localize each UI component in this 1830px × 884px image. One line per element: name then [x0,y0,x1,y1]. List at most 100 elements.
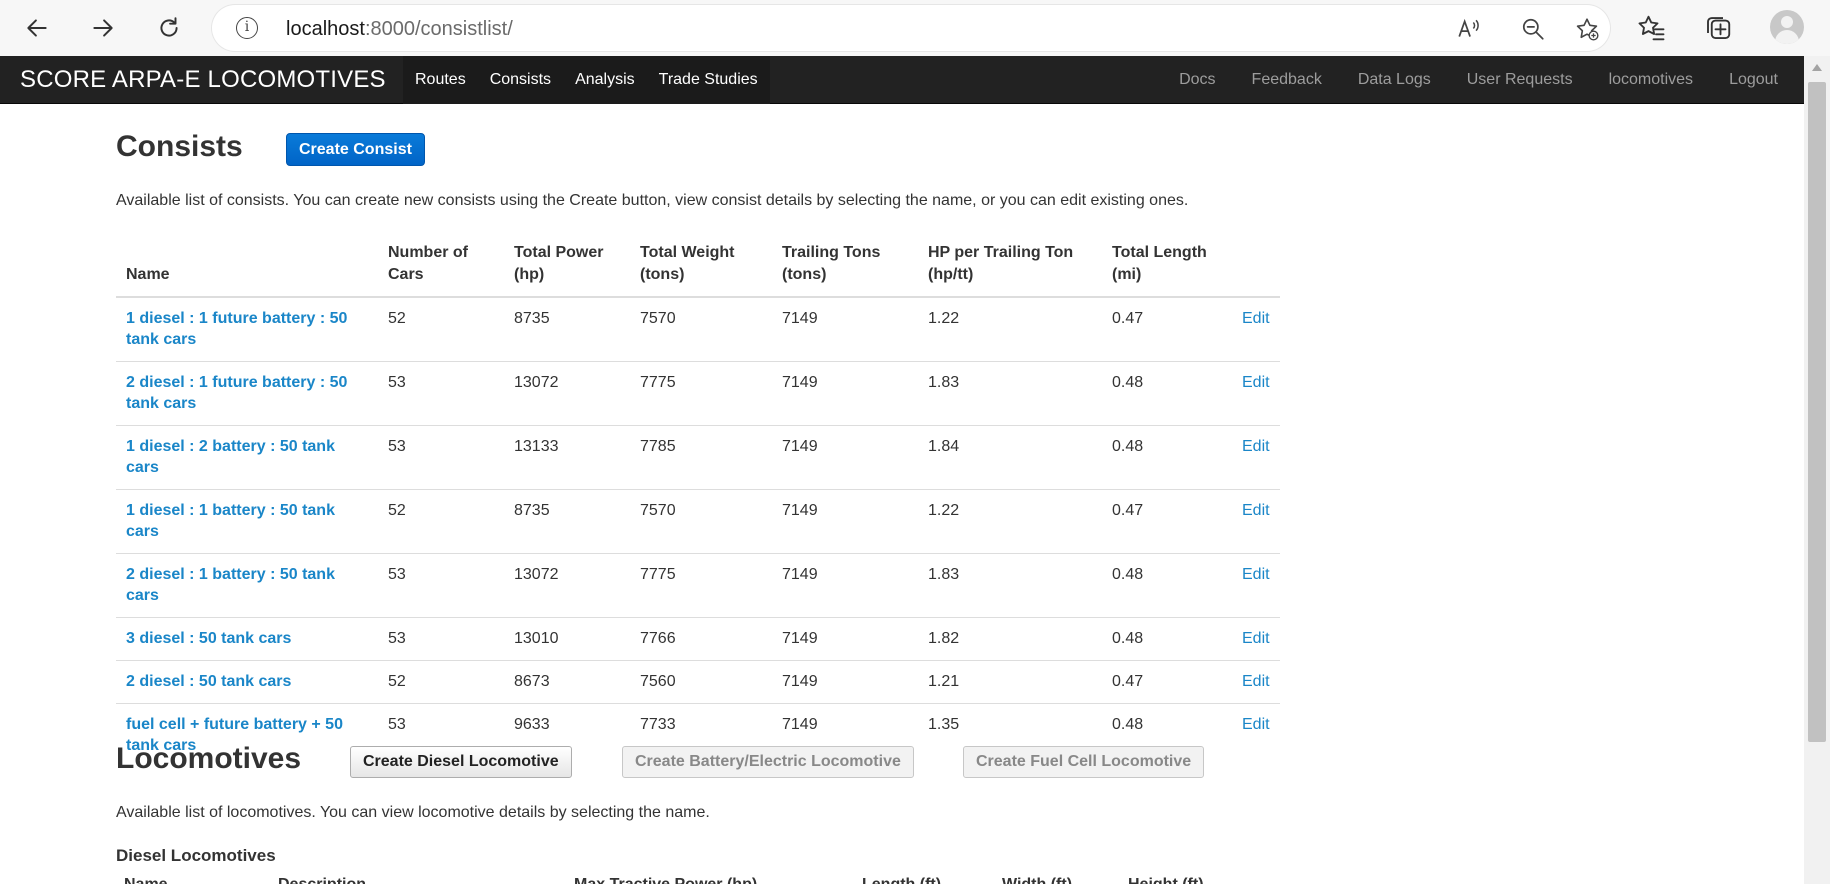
create-diesel-locomotive-button[interactable]: Create Diesel Locomotive [350,746,572,778]
length-cell: 0.47 [1102,660,1232,704]
length-cell: 0.48 [1102,361,1232,426]
weight-cell: 7775 [630,361,772,426]
refresh-icon[interactable] [150,9,188,47]
col-hp-per-trailing-ton[interactable]: HP per Trailing Ton (hp/tt) [918,234,1102,298]
create-consist-button[interactable]: Create Consist [286,133,425,166]
edit-consist-link[interactable]: Edit [1242,502,1270,519]
col-number-of-cars[interactable]: Number of Cars [378,234,504,298]
col-trailing-tons[interactable]: Trailing Tons (tons) [772,234,918,298]
diesel-col-name[interactable]: Name [124,876,278,884]
consist-name-link[interactable]: 2 diesel : 50 tank cars [126,673,291,690]
consist-name-cell: 1 diesel : 1 battery : 50 tank cars [116,489,378,554]
nav-docs[interactable]: Docs [1161,56,1233,104]
nav-trade-studies[interactable]: Trade Studies [647,56,770,104]
consist-name-link[interactable]: 1 diesel : 1 battery : 50 tank cars [126,502,335,540]
table-row: 3 diesel : 50 tank cars 53 13010 7766 7149 1.… [116,617,1280,661]
nav-data-logs[interactable]: Data Logs [1340,56,1449,104]
consist-name-link[interactable]: 1 diesel : 1 future battery : 50 tank ca… [126,310,347,348]
secondary-nav: Docs Feedback Data Logs User Requests lo… [1161,56,1796,104]
consist-name-link[interactable]: 1 diesel : 2 battery : 50 tank cars [126,438,335,476]
page-scrollbar[interactable] [1804,56,1830,884]
nav-logout[interactable]: Logout [1711,56,1796,104]
edit-cell: Edit [1232,703,1280,767]
read-aloud-icon[interactable] [1456,16,1482,42]
address-url[interactable]: localhost:8000/consistlist/ [286,18,513,41]
diesel-locomotives-heading: Diesel Locomotives [116,846,276,865]
nav-user-account[interactable]: locomotives [1591,56,1711,104]
diesel-col-height[interactable]: Height (ft) [1128,876,1248,884]
table-header-row: Name Number of Cars Total Power (hp) Tot… [116,234,1280,298]
collections-icon[interactable] [1703,13,1733,43]
consist-name-cell: 2 diesel : 1 future battery : 50 tank ca… [116,361,378,426]
hp-per-tt-cell: 1.22 [918,489,1102,554]
hp-per-tt-cell: 1.83 [918,553,1102,618]
diesel-col-length[interactable]: Length (ft) [862,876,1002,884]
cars-cell: 52 [378,660,504,704]
address-bar[interactable]: i localhost:8000/consistlist/ [212,5,1610,51]
hp-per-tt-cell: 1.22 [928,310,960,327]
table-row: 1 diesel : 1 battery : 50 tank cars 52 873… [116,489,1280,554]
edit-consist-link[interactable]: Edit [1242,630,1270,647]
trailing-tons-cell: 7149 [772,553,918,618]
consist-name-link[interactable]: 3 diesel : 50 tank cars [126,630,291,647]
edit-consist-link[interactable]: Edit [1242,438,1270,455]
length-cell: 0.48 [1102,425,1232,490]
forward-icon[interactable] [84,9,122,47]
nav-routes[interactable]: Routes [403,56,478,104]
diesel-col-description[interactable]: Description [278,876,574,884]
diesel-col-max-power[interactable]: Max Tractive Power (hp) [574,876,862,884]
zoom-out-icon[interactable] [1520,16,1546,42]
col-name[interactable]: Name [116,234,378,298]
consist-name-cell: 1 diesel : 2 battery : 50 tank cars [116,425,378,490]
trailing-tons-cell: 7149 [772,489,918,554]
cars-cell: 53 [378,425,504,490]
trailing-tons-cell: 7149 [772,361,918,426]
hp-per-tt-cell: 1.83 [918,361,1102,426]
profile-avatar[interactable] [1770,10,1804,44]
nav-consists[interactable]: Consists [478,56,563,104]
weight-cell: 7775 [630,553,772,618]
weight-cell: 7570 [630,489,772,554]
col-total-power[interactable]: Total Power (hp) [504,234,630,298]
consist-name-link[interactable]: 2 diesel : 1 battery : 50 tank cars [126,566,335,604]
length-cell: 0.48 [1102,553,1232,618]
main-nav: Routes Consists Analysis Trade Studies [403,56,770,104]
nav-feedback[interactable]: Feedback [1234,56,1340,104]
trailing-tons-cell: 7149 [772,660,918,704]
add-favorite-icon[interactable] [1574,16,1600,42]
power-cell: 13010 [504,617,630,661]
consists-table: Name Number of Cars Total Power (hp) Tot… [116,234,1280,767]
brand-title[interactable]: SCORE ARPA-E LOCOMOTIVES [20,66,386,94]
nav-analysis[interactable]: Analysis [563,56,647,104]
edit-consist-link[interactable]: Edit [1242,310,1270,327]
trailing-tons-cell: 7149 [772,425,918,490]
edit-consist-link[interactable]: Edit [1242,673,1270,690]
scroll-thumb[interactable] [1808,82,1826,742]
consists-description: Available list of consists. You can crea… [116,192,1189,209]
consist-name-cell: 1 diesel : 1 future battery : 50 tank ca… [116,297,378,362]
consist-name-link[interactable]: 2 diesel : 1 future battery : 50 tank ca… [126,374,347,412]
create-battery-locomotive-button[interactable]: Create Battery/Electric Locomotive [622,746,914,778]
favorites-icon[interactable] [1636,13,1666,43]
edit-cell: Edit [1232,297,1280,362]
hp-per-tt-cell: 1.84 [918,425,1102,490]
back-icon[interactable] [18,9,56,47]
scroll-up-icon[interactable] [1812,64,1822,71]
edit-cell: Edit [1232,617,1280,661]
edit-cell: Edit [1232,553,1280,618]
edit-consist-link[interactable]: Edit [1242,716,1270,733]
diesel-col-width[interactable]: Width (ft) [1002,876,1128,884]
cars-cell: 53 [378,361,504,426]
col-total-weight[interactable]: Total Weight (tons) [630,234,772,298]
site-info-icon[interactable]: i [236,17,258,39]
table-row: 2 diesel : 1 future battery : 50 tank ca… [116,361,1280,426]
edit-consist-link[interactable]: Edit [1242,374,1270,391]
edit-cell: Edit [1232,660,1280,704]
create-fuel-cell-locomotive-button[interactable]: Create Fuel Cell Locomotive [963,746,1205,778]
col-total-length[interactable]: Total Length (mi) [1102,234,1232,298]
power-cell: 13133 [504,425,630,490]
nav-user-requests[interactable]: User Requests [1449,56,1591,104]
edit-consist-link[interactable]: Edit [1242,566,1270,583]
weight-cell: 7560 [630,660,772,704]
cars-cell: 53 [378,617,504,661]
